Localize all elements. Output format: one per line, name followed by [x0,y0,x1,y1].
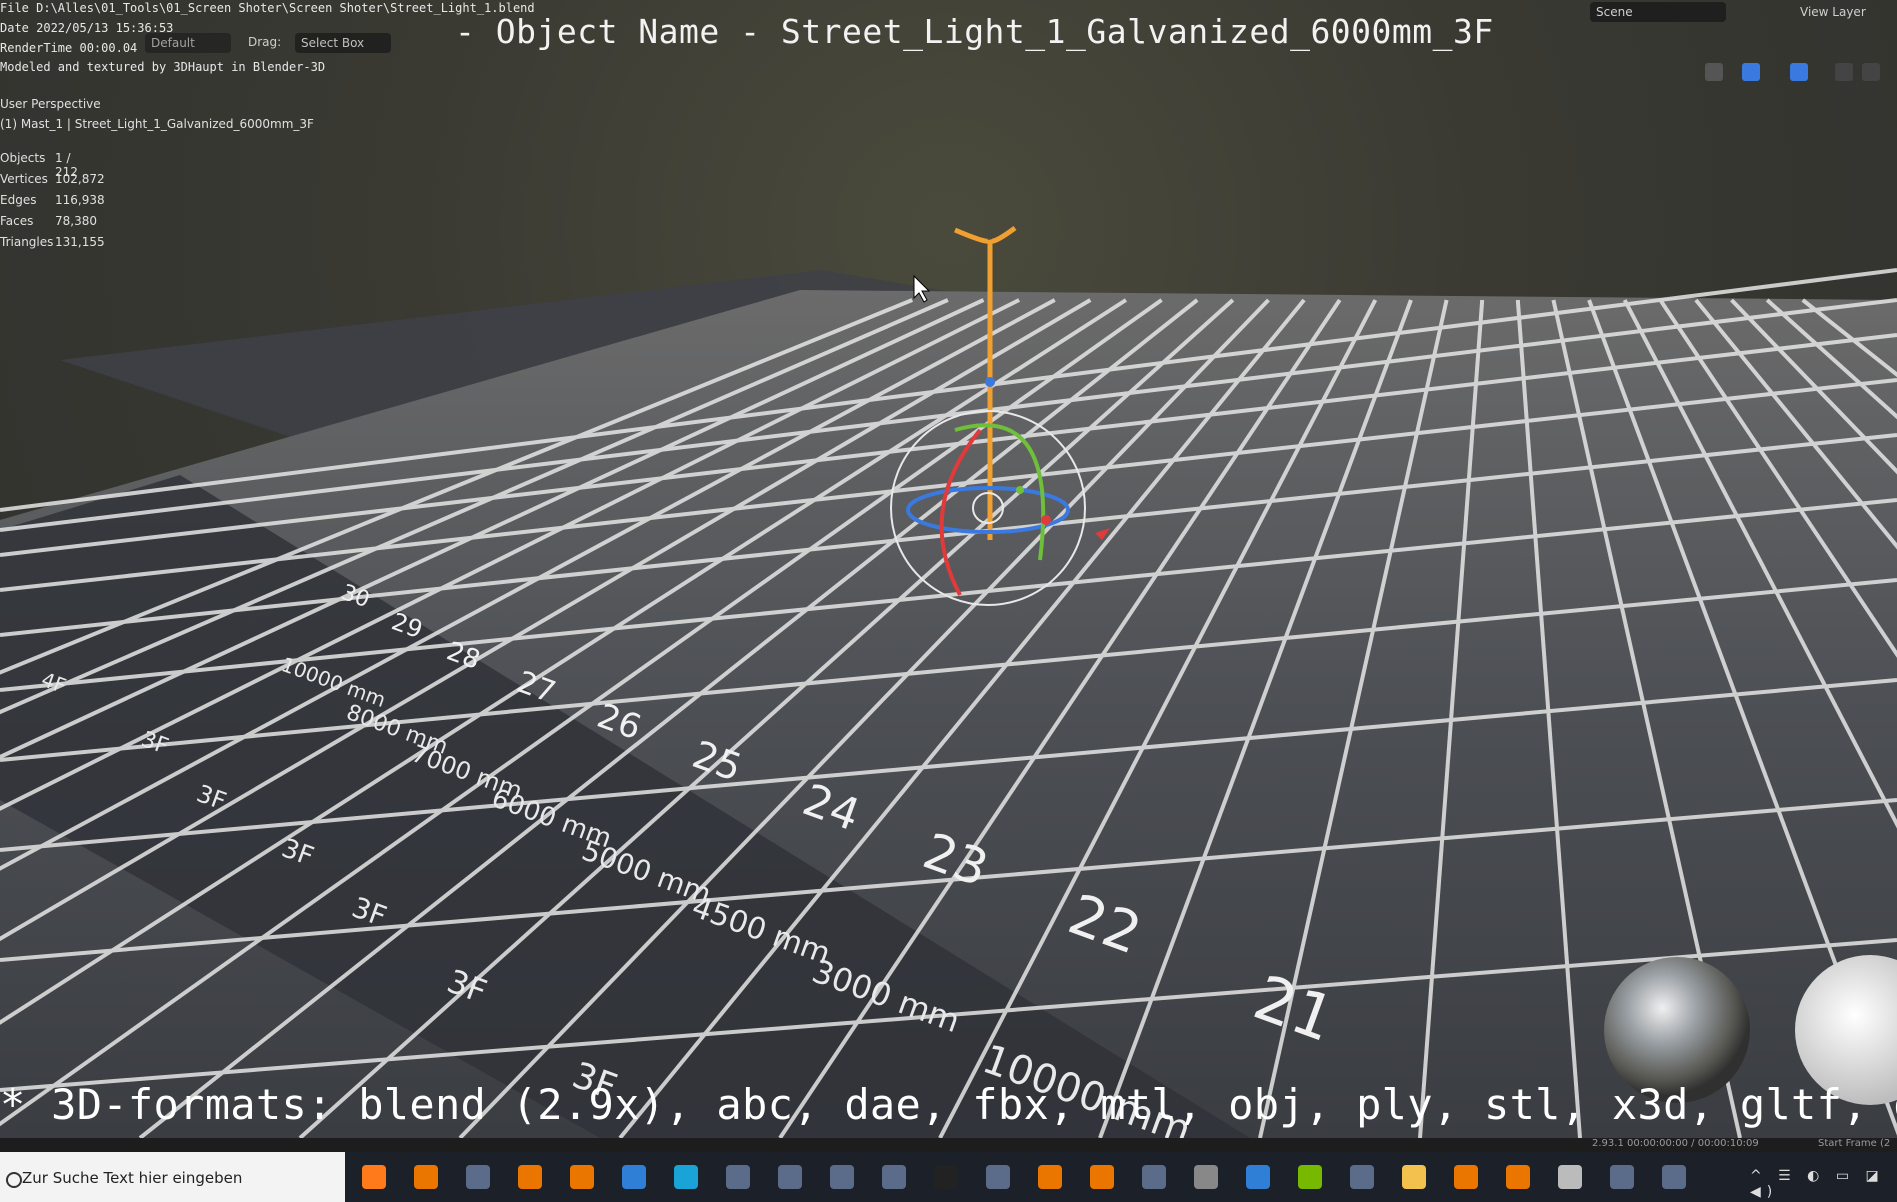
stat-value: 116,938 [55,193,105,207]
stat-row: Edges 116,938 [0,193,105,207]
stat-label: Vertices [0,172,48,186]
transform-orientation-select[interactable]: Default [145,33,231,53]
search-placeholder: Zur Suche Text hier eingeben [22,1169,243,1187]
blender-icon[interactable] [570,1165,594,1189]
blender-icon[interactable] [1038,1165,1062,1189]
stat-value: 131,155 [55,235,105,249]
stat-row: Vertices 102,872 [0,172,105,186]
shading-mode-icon[interactable] [1862,63,1880,81]
edge-icon[interactable] [674,1165,698,1189]
app-icon[interactable] [882,1165,906,1189]
stat-label: Triangles [0,235,54,249]
app-icon[interactable] [726,1165,750,1189]
formats-banner: * 3D-formats: blend (2.9x), abc, dae, fb… [0,1080,1897,1129]
folder-icon[interactable] [1402,1165,1426,1189]
gear-icon[interactable] [1558,1165,1582,1189]
viewport-scene[interactable]: 3029282726252423222110000 mm8000 mm7000 … [0,0,1897,1138]
drag-label: Drag: [248,35,282,49]
object-name-title: - Object Name - Street_Light_1_Galvanize… [455,12,1494,51]
stat-label: Objects [0,151,46,165]
3d-viewport[interactable]: 30 29 28 27 26 25 24 23 22 21 10000 mm 8000 mm 7000 … [0,0,1897,1138]
drag-select-dropdown[interactable]: Select Box [295,33,391,53]
stat-row: Triangles 131,155 [0,235,105,249]
version-text: 2.93.1 00:00:00:00 / 00:00:10:09 [1592,1138,1759,1149]
active-object-label: (1) Mast_1 | Street_Light_1_Galvanized_6… [0,117,314,131]
nvidia-icon[interactable] [1298,1165,1322,1189]
view-perspective-label: User Perspective [0,97,101,111]
app-icon[interactable] [778,1165,802,1189]
calendar-icon[interactable] [1246,1165,1270,1189]
blender-icon[interactable] [1090,1165,1114,1189]
stat-label: Edges [0,193,37,207]
app-icon[interactable] [1610,1165,1634,1189]
stat-row: Faces 78,380 [0,214,97,228]
view-layer-selector[interactable]: View Layer [1800,2,1890,22]
windows-taskbar: Zur Suche Text hier eingeben ^ ☰ ◐ ▭ ◪ ◀… [0,1152,1897,1202]
blender-icon[interactable] [414,1165,438,1189]
blender-icon[interactable] [1506,1165,1530,1189]
stat-label: Faces [0,214,34,228]
app-icon[interactable] [1662,1165,1686,1189]
stat-row: Objects 1 / 212 [0,151,78,179]
scene-selector[interactable]: Scene [1590,2,1726,22]
app-icon[interactable] [830,1165,854,1189]
render-time-text: RenderTime 00:00.04 [0,41,138,55]
xray-icon[interactable] [1835,63,1853,81]
stat-value: 102,872 [55,172,105,186]
system-tray[interactable]: ^ ☰ ◐ ▭ ◪ ◀) [1750,1168,1897,1200]
mail-icon[interactable] [622,1165,646,1189]
cube-icon[interactable] [1194,1165,1218,1189]
blender-icon[interactable] [1454,1165,1478,1189]
status-bar: 2.93.1 00:00:00:00 / 00:00:10:09 Start F… [0,1138,1897,1152]
visibility-icon[interactable] [1705,63,1723,81]
taskbar-search-box[interactable]: Zur Suche Text hier eingeben [0,1152,345,1202]
terminal-icon[interactable] [934,1165,958,1189]
gizmo-toggle-icon[interactable] [1742,63,1760,81]
overlay-toggle-icon[interactable] [1790,63,1808,81]
blender-icon[interactable] [518,1165,542,1189]
stat-value: 78,380 [55,214,97,228]
firefox-icon[interactable] [362,1165,386,1189]
app-icon[interactable] [1350,1165,1374,1189]
search-icon [6,1172,22,1188]
author-text: Modeled and textured by 3DHaupt in Blend… [0,60,326,74]
app-icon[interactable] [986,1165,1010,1189]
app-icon[interactable] [1142,1165,1166,1189]
start-frame-text: Start Frame (2 [1818,1138,1891,1149]
app-icon[interactable] [466,1165,490,1189]
